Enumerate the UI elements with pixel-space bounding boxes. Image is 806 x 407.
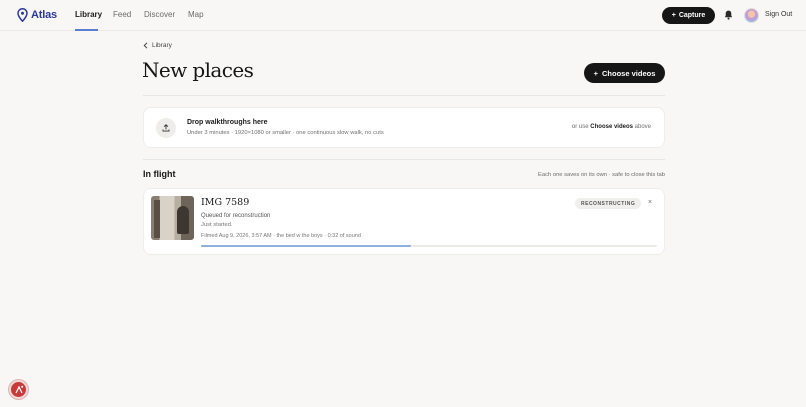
status-badge: RECONSTRUCTING [575,198,642,209]
drop-zone-hint: or use Choose videos above [572,124,651,130]
section-title-in-flight: In flight [143,169,176,179]
drop-zone[interactable]: Drop walkthroughs here Under 3 minutes ·… [143,107,665,148]
video-thumbnail[interactable] [151,196,194,240]
active-nav-indicator [75,29,98,31]
assistant-fab[interactable] [9,380,28,399]
nav-discover[interactable]: Discover [144,10,175,19]
section-note: Each one saves on its own · safe to clos… [538,172,665,178]
upload-meta: Filmed Aug 9, 2026, 3:57 AM · the bed w … [201,233,361,239]
divider [143,159,665,160]
upload-card[interactable]: IMG 7589 Queued for reconstruction Just … [143,188,665,255]
thumbnail-door [154,200,160,238]
bell-icon[interactable] [724,10,733,20]
capture-button[interactable]: + Capture [662,7,715,24]
atlas-logo[interactable]: Atlas [17,8,57,22]
user-avatar[interactable] [744,8,759,23]
nav-feed[interactable]: Feed [113,10,131,19]
top-bar: Atlas Library Feed Discover Map + Captur… [0,0,806,31]
drop-zone-subtitle: Under 3 minutes · 1920×1080 or smaller ·… [187,130,384,136]
upload-progress-bar [201,245,657,247]
choose-videos-button[interactable]: + Choose videos [584,63,665,83]
choose-videos-label: Choose videos [602,68,656,78]
app-name: Atlas [31,9,57,21]
upload-title: IMG 7589 [201,197,250,208]
spark-icon [14,385,23,393]
breadcrumb[interactable]: Library [143,42,172,49]
drop-hint-prefix: or use [571,124,589,130]
upload-progress-fill [201,245,411,247]
page-title: New places [142,58,254,82]
nav-library[interactable]: Library [75,10,102,19]
chevron-left-icon [143,42,148,49]
upload-substatus: Just started. [201,222,233,228]
plus-icon: + [593,68,599,78]
divider [143,95,665,96]
breadcrumb-label: Library [152,42,172,49]
location-pin-icon [17,8,28,22]
choose-videos-inline-link[interactable]: Choose videos [590,124,633,130]
drop-zone-title: Drop walkthroughs here [187,119,268,126]
nav-map[interactable]: Map [188,10,204,19]
drop-hint-suffix: above [634,124,651,130]
dismiss-button[interactable]: × [648,199,652,206]
upload-status: Queued for reconstruction [201,213,271,219]
upload-icon [156,118,176,138]
sign-out-link[interactable]: Sign Out [765,11,792,18]
thumbnail-figure [177,206,189,234]
capture-button-label: Capture [678,12,706,19]
plus-icon: + [671,12,676,19]
